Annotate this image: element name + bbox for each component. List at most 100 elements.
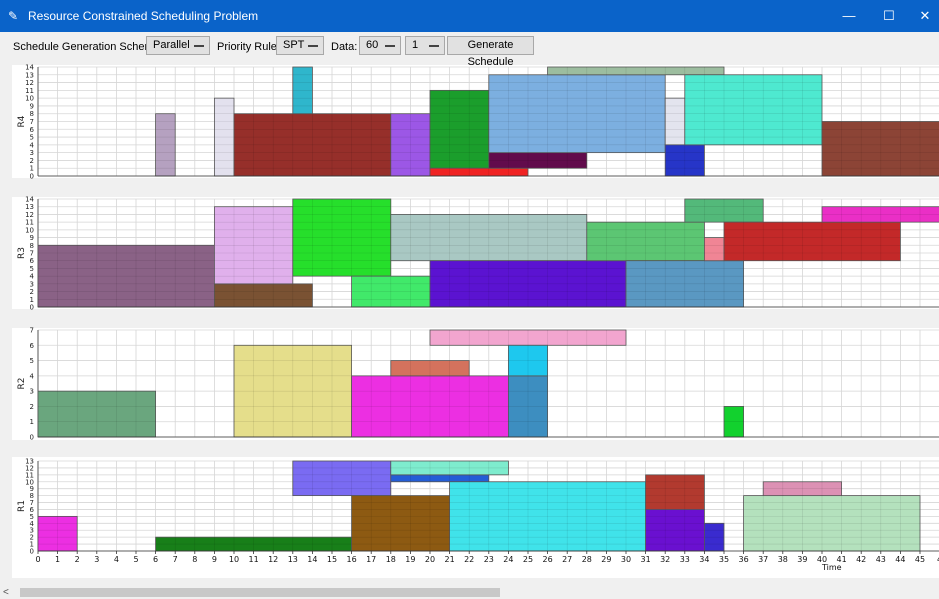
y-tick-label: 11 [25, 471, 34, 479]
y-tick-label: 1 [30, 165, 34, 173]
scrollbar-thumb[interactable] [20, 588, 500, 597]
sgs-dropdown[interactable]: Parallel [146, 36, 210, 55]
task-bar [213, 283, 313, 308]
y-tick-label: 10 [25, 95, 34, 103]
y-tick-label: 9 [30, 485, 34, 493]
resource-label: R4 [17, 115, 27, 127]
x-tick-label: 17 [366, 555, 376, 564]
data-dropdown[interactable]: 60 [359, 36, 401, 55]
x-tick-label: 0 [35, 555, 40, 564]
y-tick-label: 1 [30, 296, 34, 304]
x-tick-label: 24 [503, 555, 513, 564]
y-tick-label: 14 [25, 64, 34, 72]
priority-rule-label: Priority Rule: [217, 41, 280, 53]
task-bar [547, 66, 725, 76]
y-tick-label: 8 [30, 492, 34, 500]
x-tick-label: 15 [327, 555, 337, 564]
y-tick-label: 8 [30, 110, 34, 118]
priority-rule-dropdown[interactable]: SPT [276, 36, 324, 55]
dropdown-indicator-icon [385, 45, 395, 47]
y-tick-label: 2 [30, 534, 34, 542]
maximize-button[interactable]: ☐ [869, 0, 909, 32]
x-tick-label: 25 [523, 555, 533, 564]
x-tick-label: 13 [288, 555, 298, 564]
x-tick-label: 16 [347, 555, 357, 564]
dropdown-indicator-icon [308, 45, 318, 47]
title-bar: ✎ Resource Constrained Scheduling Proble… [0, 0, 939, 32]
resource-label: R2 [17, 378, 27, 390]
task-bar [429, 167, 529, 177]
instance-dropdown[interactable]: 1 [405, 36, 445, 55]
data-dropdown-value: 60 [366, 39, 379, 51]
generate-schedule-button[interactable]: Generate Schedule [447, 36, 534, 68]
x-tick-label: 18 [386, 555, 396, 564]
y-tick-label: 1 [30, 418, 34, 426]
x-tick-label: 23 [484, 555, 494, 564]
y-tick-label: 7 [30, 250, 34, 258]
data-label: Data: [331, 41, 358, 53]
x-tick-label: 20 [425, 555, 435, 564]
x-tick-label: 7 [173, 555, 178, 564]
y-tick-label: 5 [30, 357, 34, 365]
y-tick-label: 0 [30, 173, 34, 181]
dropdown-indicator-icon [194, 45, 204, 47]
x-tick-label: 28 [582, 555, 592, 564]
instance-dropdown-value: 1 [412, 39, 419, 51]
task-bar [292, 460, 392, 497]
sgs-label: Schedule Generation Scheme: [13, 41, 163, 53]
y-tick-label: 14 [25, 196, 34, 204]
y-tick-label: 2 [30, 403, 34, 411]
x-tick-label: 36 [739, 555, 749, 564]
x-tick-label: 14 [307, 555, 317, 564]
y-tick-label: 8 [30, 242, 34, 250]
feather-icon: ✎ [8, 9, 19, 23]
y-tick-label: 9 [30, 102, 34, 110]
y-tick-label: 1 [30, 541, 34, 549]
x-tick-label: 44 [895, 555, 905, 564]
x-tick-label: 43 [876, 555, 886, 564]
y-tick-label: 5 [30, 134, 34, 142]
y-tick-label: 0 [30, 548, 34, 556]
x-tick-label: 6 [153, 555, 158, 564]
y-tick-label: 6 [30, 506, 35, 514]
close-button[interactable]: ✕ [905, 0, 939, 32]
x-tick-label: 19 [405, 555, 415, 564]
y-tick-label: 10 [25, 226, 34, 234]
y-tick-label: 4 [30, 520, 35, 528]
dropdown-indicator-icon [429, 45, 439, 47]
x-tick-label: 21 [445, 555, 455, 564]
x-tick-label: 35 [719, 555, 729, 564]
x-tick-label: 1 [55, 555, 60, 564]
y-tick-label: 13 [25, 458, 34, 466]
x-tick-label: 26 [543, 555, 553, 564]
x-tick-label: 31 [641, 555, 651, 564]
y-tick-label: 7 [30, 499, 34, 507]
x-tick-label: 33 [680, 555, 690, 564]
toolbar: Schedule Generation Scheme: Parallel Pri… [0, 32, 939, 68]
y-tick-label: 0 [30, 304, 34, 312]
x-tick-label: 29 [601, 555, 611, 564]
window-title: Resource Constrained Scheduling Problem [28, 9, 259, 23]
priority-rule-value: SPT [283, 39, 305, 51]
x-tick-label: 9 [212, 555, 217, 564]
y-tick-label: 7 [30, 327, 34, 335]
y-tick-label: 13 [25, 203, 34, 211]
y-tick-label: 9 [30, 234, 34, 242]
y-tick-label: 12 [25, 464, 34, 472]
x-tick-label: 37 [758, 555, 768, 564]
horizontal-scrollbar[interactable]: < [0, 586, 939, 599]
y-tick-label: 3 [30, 149, 34, 157]
task-bar [390, 474, 490, 483]
y-tick-label: 4 [30, 372, 35, 380]
scroll-left-icon[interactable]: < [3, 586, 9, 599]
minimize-button[interactable]: — [829, 0, 869, 32]
task-bar [684, 74, 823, 146]
x-tick-label: 4 [114, 555, 119, 564]
y-tick-label: 10 [25, 478, 34, 486]
x-tick-label: 11 [249, 555, 259, 564]
x-tick-label: 5 [133, 555, 138, 564]
y-tick-label: 3 [30, 388, 34, 396]
y-tick-label: 4 [30, 141, 35, 149]
y-tick-label: 2 [30, 157, 34, 165]
schedule-chart: 01234567891011121314R4012345678910111213… [12, 64, 939, 578]
